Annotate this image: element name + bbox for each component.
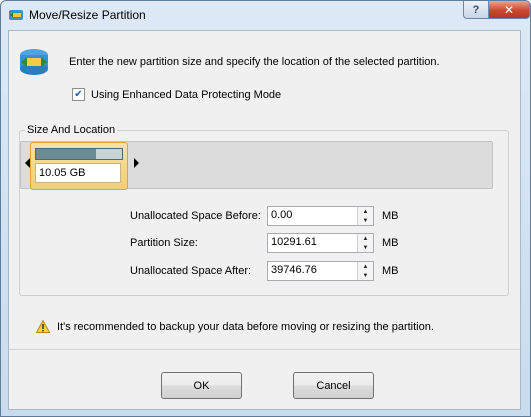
- partition-size-field-label: Partition Size:: [130, 237, 198, 249]
- spin-arrows: ▲ ▼: [357, 207, 373, 225]
- spin-down-button[interactable]: ▼: [358, 271, 373, 280]
- spin-down-button[interactable]: ▼: [358, 243, 373, 252]
- protect-mode-checkbox[interactable]: ✔: [72, 88, 85, 101]
- unit-label: MB: [382, 210, 399, 222]
- spin-down-button[interactable]: ▼: [358, 216, 373, 225]
- intro-text: Enter the new partition size and specify…: [69, 56, 440, 68]
- unallocated-after-label: Unallocated Space After:: [130, 265, 252, 277]
- spin-arrows: ▲ ▼: [357, 234, 373, 252]
- partition-size-input[interactable]: [271, 236, 353, 248]
- button-bar: OK Cancel: [9, 350, 520, 409]
- close-button[interactable]: ✕: [488, 1, 530, 19]
- unallocated-after-row: Unallocated Space After: ▲ ▼ MB: [130, 261, 399, 281]
- unallocated-after-input[interactable]: [271, 264, 353, 276]
- unallocated-before-input[interactable]: [271, 209, 353, 221]
- backup-note: It's recommended to backup your data bef…: [36, 320, 434, 333]
- unit-label: MB: [382, 265, 399, 277]
- move-resize-icon: [20, 49, 48, 75]
- left-resize-handle[interactable]: [25, 158, 30, 168]
- help-button[interactable]: ?: [463, 1, 489, 19]
- partition-app-icon: [9, 10, 23, 20]
- ok-button[interactable]: OK: [161, 372, 242, 399]
- unallocated-before-label: Unallocated Space Before:: [130, 210, 261, 222]
- cancel-button[interactable]: Cancel: [293, 372, 374, 399]
- partition-size-spinbox[interactable]: ▲ ▼: [267, 233, 374, 253]
- title-bar[interactable]: Move/Resize Partition ? ✕: [1, 1, 530, 29]
- unallocated-before-spinbox[interactable]: ▲ ▼: [267, 206, 374, 226]
- unit-label: MB: [382, 237, 399, 249]
- partition-free-fill: [96, 149, 122, 159]
- partition-size-row: Partition Size: ▲ ▼ MB: [130, 233, 399, 253]
- right-resize-handle[interactable]: [134, 158, 139, 168]
- backup-note-text: It's recommended to backup your data bef…: [57, 320, 434, 333]
- partition-block[interactable]: 10.05 GB: [30, 142, 128, 190]
- partition-usage-bar: [35, 148, 123, 160]
- warning-icon: [36, 320, 50, 333]
- unallocated-after-spinbox[interactable]: ▲ ▼: [267, 261, 374, 281]
- protect-mode-row[interactable]: ✔ Using Enhanced Data Protecting Mode: [72, 88, 281, 101]
- partition-size-label: 10.05 GB: [35, 163, 121, 183]
- dialog-client-area: Enter the new partition size and specify…: [8, 30, 521, 410]
- dialog-content: Enter the new partition size and specify…: [9, 31, 520, 347]
- spin-arrows: ▲ ▼: [357, 262, 373, 280]
- protect-mode-label[interactable]: Using Enhanced Data Protecting Mode: [91, 89, 281, 101]
- window-title: Move/Resize Partition: [29, 8, 146, 22]
- size-location-legend: Size And Location: [27, 124, 116, 136]
- unallocated-before-row: Unallocated Space Before: ▲ ▼ MB: [130, 206, 399, 226]
- move-resize-dialog: Move/Resize Partition ? ✕ Enter the new …: [0, 0, 531, 417]
